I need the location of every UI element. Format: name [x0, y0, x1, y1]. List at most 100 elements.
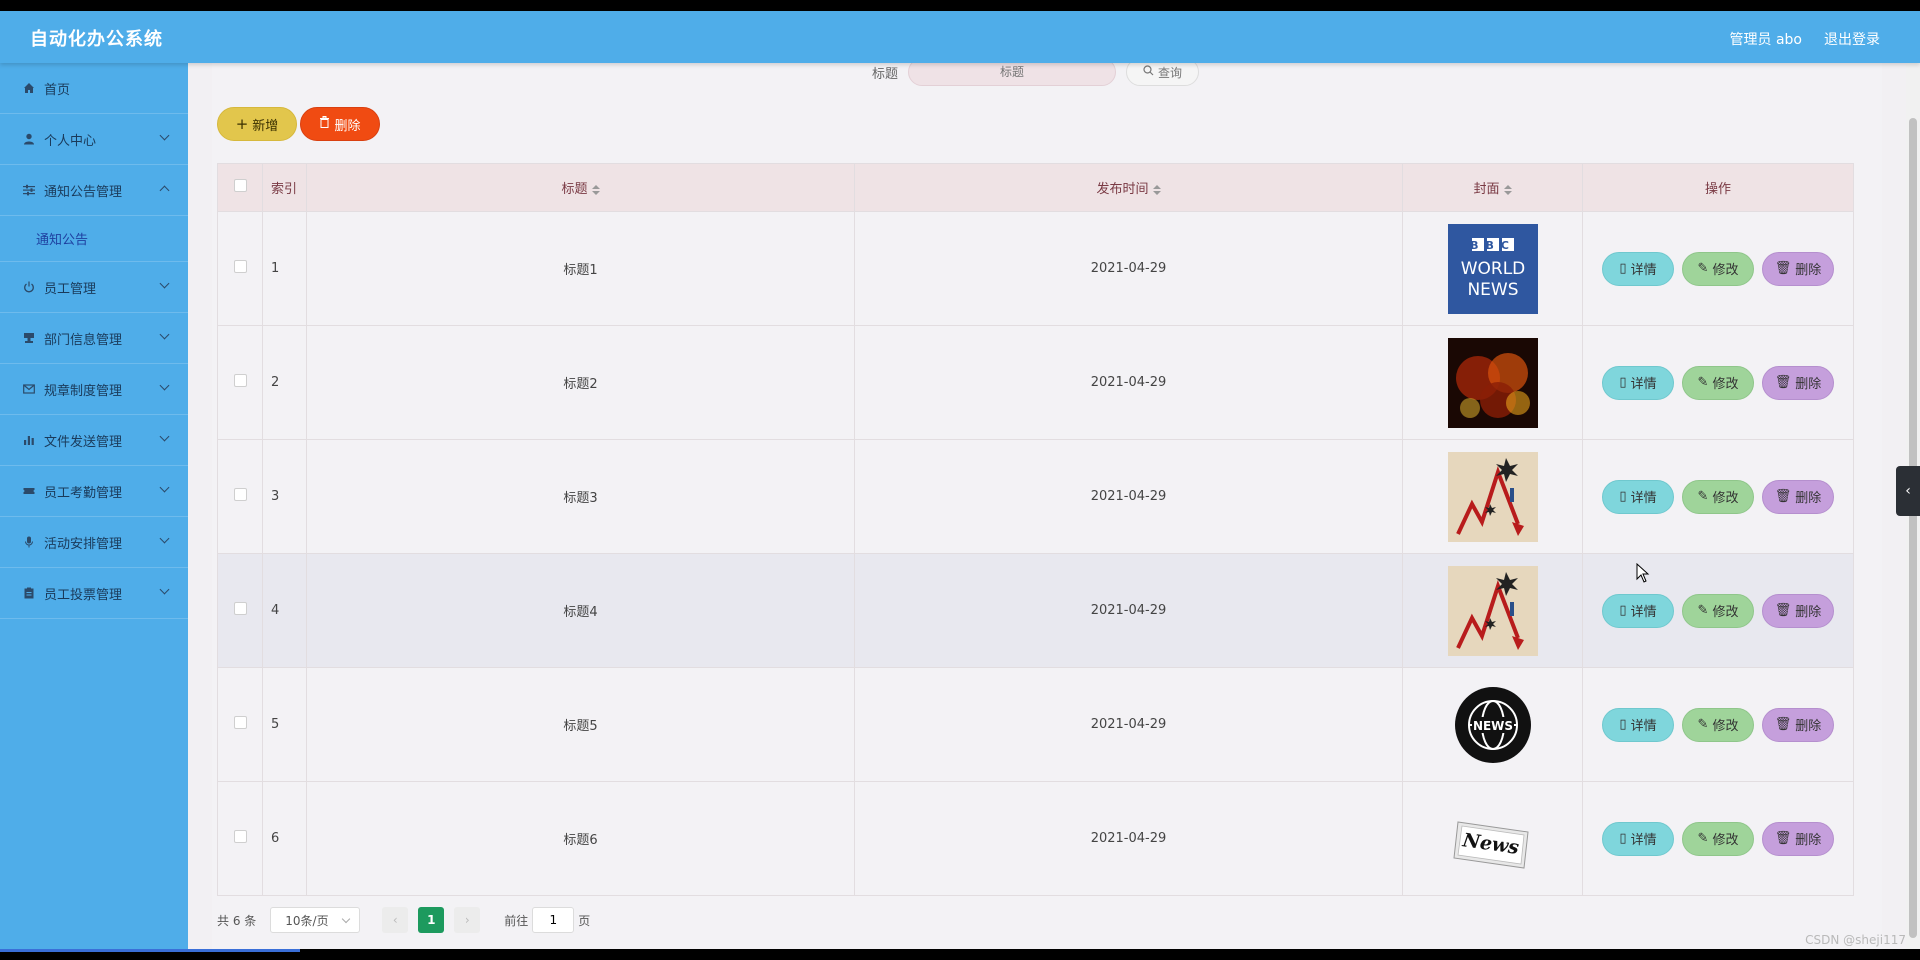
column-header-publish-time[interactable]: 发布时间: [854, 163, 1403, 212]
sidebar-item-personal-center[interactable]: 个人中心: [0, 114, 188, 165]
row-checkbox[interactable]: [233, 260, 247, 273]
goto-suffix: 页: [578, 913, 591, 928]
row-checkbox[interactable]: [233, 716, 247, 729]
collapse-panel-button[interactable]: ‹: [1896, 466, 1920, 516]
next-page-button[interactable]: ›: [454, 907, 481, 933]
pencil-icon: ✎: [1697, 489, 1709, 504]
row-index: 6: [262, 781, 307, 896]
sidebar-item-label: 员工考勤管理: [44, 485, 123, 501]
row-checkbox[interactable]: [233, 488, 247, 501]
edit-button-label: 修改: [1712, 491, 1739, 506]
delete-button[interactable]: 🗑 删除: [1762, 251, 1834, 286]
trash-icon: 🗑: [1774, 489, 1792, 504]
sidebar-item-label: 员工管理: [44, 281, 97, 297]
delete-button-label: 删除: [1795, 263, 1822, 278]
sidebar-item-home[interactable]: 首页: [0, 63, 188, 114]
pencil-icon: ✎: [1697, 717, 1709, 732]
delete-button[interactable]: 🗑 删除: [1762, 821, 1834, 856]
current-user-label: 管理员 abo: [1729, 32, 1802, 48]
document-icon: ▯: [1619, 603, 1627, 618]
column-header-cover[interactable]: 封面: [1402, 163, 1583, 212]
delete-button[interactable]: 🗑 删除: [1762, 365, 1834, 400]
sidebar-subitem-notice[interactable]: 通知公告: [0, 216, 188, 262]
pagination: 共 6 条 10条/页 ‹ 1 › 前往 页: [217, 906, 590, 934]
chevron-down-icon: [159, 130, 170, 141]
row-checkbox[interactable]: [233, 830, 247, 843]
row-title: 标题4: [306, 553, 855, 668]
cover-image-falling-chart: [1447, 565, 1538, 656]
batch-delete-button[interactable]: 删除: [300, 107, 380, 141]
delete-button[interactable]: 🗑 删除: [1762, 707, 1834, 742]
page-size-value: 10条/页: [285, 913, 329, 928]
trash-icon: 🗑: [1774, 261, 1792, 276]
page-number-current[interactable]: 1: [418, 907, 445, 933]
detail-button[interactable]: ▯ 详情: [1602, 707, 1674, 742]
row-publish-time: 2021-04-29: [854, 553, 1403, 668]
microphone-icon: [22, 535, 36, 549]
detail-button[interactable]: ▯ 详情: [1602, 365, 1674, 400]
sidebar-item-activity-management[interactable]: 活动安排管理: [0, 517, 188, 568]
app-title: 自动化办公系统: [30, 29, 163, 50]
page-size-select[interactable]: 10条/页: [270, 907, 361, 933]
header-actions: 管理员 abo 退出登录: [1730, 29, 1880, 49]
edit-button[interactable]: ✎ 修改: [1682, 365, 1754, 400]
total-count: 共 6 条: [217, 913, 257, 928]
goto-page-input[interactable]: [532, 907, 575, 933]
delete-button[interactable]: 🗑 删除: [1762, 479, 1834, 514]
document-icon: ▯: [1619, 489, 1627, 504]
sidebar-item-regulations-management[interactable]: 规章制度管理: [0, 364, 188, 415]
sort-icon[interactable]: [591, 184, 600, 195]
detail-button-label: 详情: [1630, 377, 1657, 392]
app-window: 自动化办公系统 管理员 abo 退出登录 首页 个人中心 通知公告管理 通知公告…: [0, 11, 1920, 949]
sort-icon[interactable]: [1152, 184, 1161, 195]
edit-button[interactable]: ✎ 修改: [1682, 479, 1754, 514]
sidebar-item-voting-management[interactable]: 员工投票管理: [0, 568, 188, 619]
detail-button[interactable]: ▯ 详情: [1602, 593, 1674, 628]
logout-link[interactable]: 退出登录: [1824, 29, 1880, 49]
sidebar-item-file-sending-management[interactable]: 文件发送管理: [0, 415, 188, 466]
sidebar-item-notice-management[interactable]: 通知公告管理: [0, 165, 188, 216]
sidebar-item-label: 部门信息管理: [44, 332, 123, 348]
select-all-checkbox[interactable]: [233, 179, 247, 192]
row-checkbox[interactable]: [233, 602, 247, 615]
sidebar-item-attendance-management[interactable]: 员工考勤管理: [0, 466, 188, 517]
row-actions-cell: ▯ 详情 ✎ 修改 🗑 删除: [1582, 325, 1854, 440]
sidebar-item-department-management[interactable]: 部门信息管理: [0, 313, 188, 364]
row-publish-time: 2021-04-29: [854, 211, 1403, 326]
row-cover-cell: [1402, 553, 1583, 668]
add-button[interactable]: + 新增: [217, 107, 297, 141]
table-row: 2 标题2 2021-04-29 ▯ 详情 ✎ 修改 🗑 删除: [217, 325, 1854, 440]
detail-button-label: 详情: [1630, 605, 1657, 620]
goto-prefix: 前往: [504, 913, 529, 928]
table-row: 4 标题4 2021-04-29 ▯ 详情 ✎ 修改 🗑 删除: [217, 553, 1854, 668]
content-panel: 标题 查询 + 新增 删除: [212, 58, 1882, 949]
detail-button[interactable]: ▯ 详情: [1602, 251, 1674, 286]
edit-button-label: 修改: [1712, 833, 1739, 848]
cover-image-newspaper: News: [1447, 793, 1538, 884]
edit-button[interactable]: ✎ 修改: [1682, 821, 1754, 856]
search-bar: 标题 查询: [872, 58, 1200, 89]
prev-page-button[interactable]: ‹: [382, 907, 409, 933]
delete-button-label: 删除: [1795, 491, 1822, 506]
row-index: 1: [262, 211, 307, 326]
column-header-actions: 操作: [1582, 163, 1854, 212]
detail-button[interactable]: ▯ 详情: [1602, 479, 1674, 514]
detail-button-label: 详情: [1630, 491, 1657, 506]
row-index: 5: [262, 667, 307, 782]
edit-button[interactable]: ✎ 修改: [1682, 593, 1754, 628]
row-actions-cell: ▯ 详情 ✎ 修改 🗑 删除: [1582, 667, 1854, 782]
sort-icon[interactable]: [1503, 184, 1512, 195]
mouse-cursor-icon: [1636, 563, 1650, 583]
scrollbar-thumb[interactable]: [1909, 118, 1917, 938]
edit-button[interactable]: ✎ 修改: [1682, 251, 1754, 286]
goto-page: 前往 页: [504, 907, 590, 933]
edit-button[interactable]: ✎ 修改: [1682, 707, 1754, 742]
document-icon: ▯: [1619, 831, 1627, 846]
detail-button[interactable]: ▯ 详情: [1602, 821, 1674, 856]
row-actions-cell: ▯ 详情 ✎ 修改 🗑 删除: [1582, 211, 1854, 326]
sidebar-item-employee-management[interactable]: 员工管理: [0, 262, 188, 313]
cover-bbc-text: BBC: [1470, 239, 1516, 252]
column-header-title[interactable]: 标题: [306, 163, 855, 212]
row-checkbox[interactable]: [233, 374, 247, 387]
delete-button[interactable]: 🗑 删除: [1762, 593, 1834, 628]
